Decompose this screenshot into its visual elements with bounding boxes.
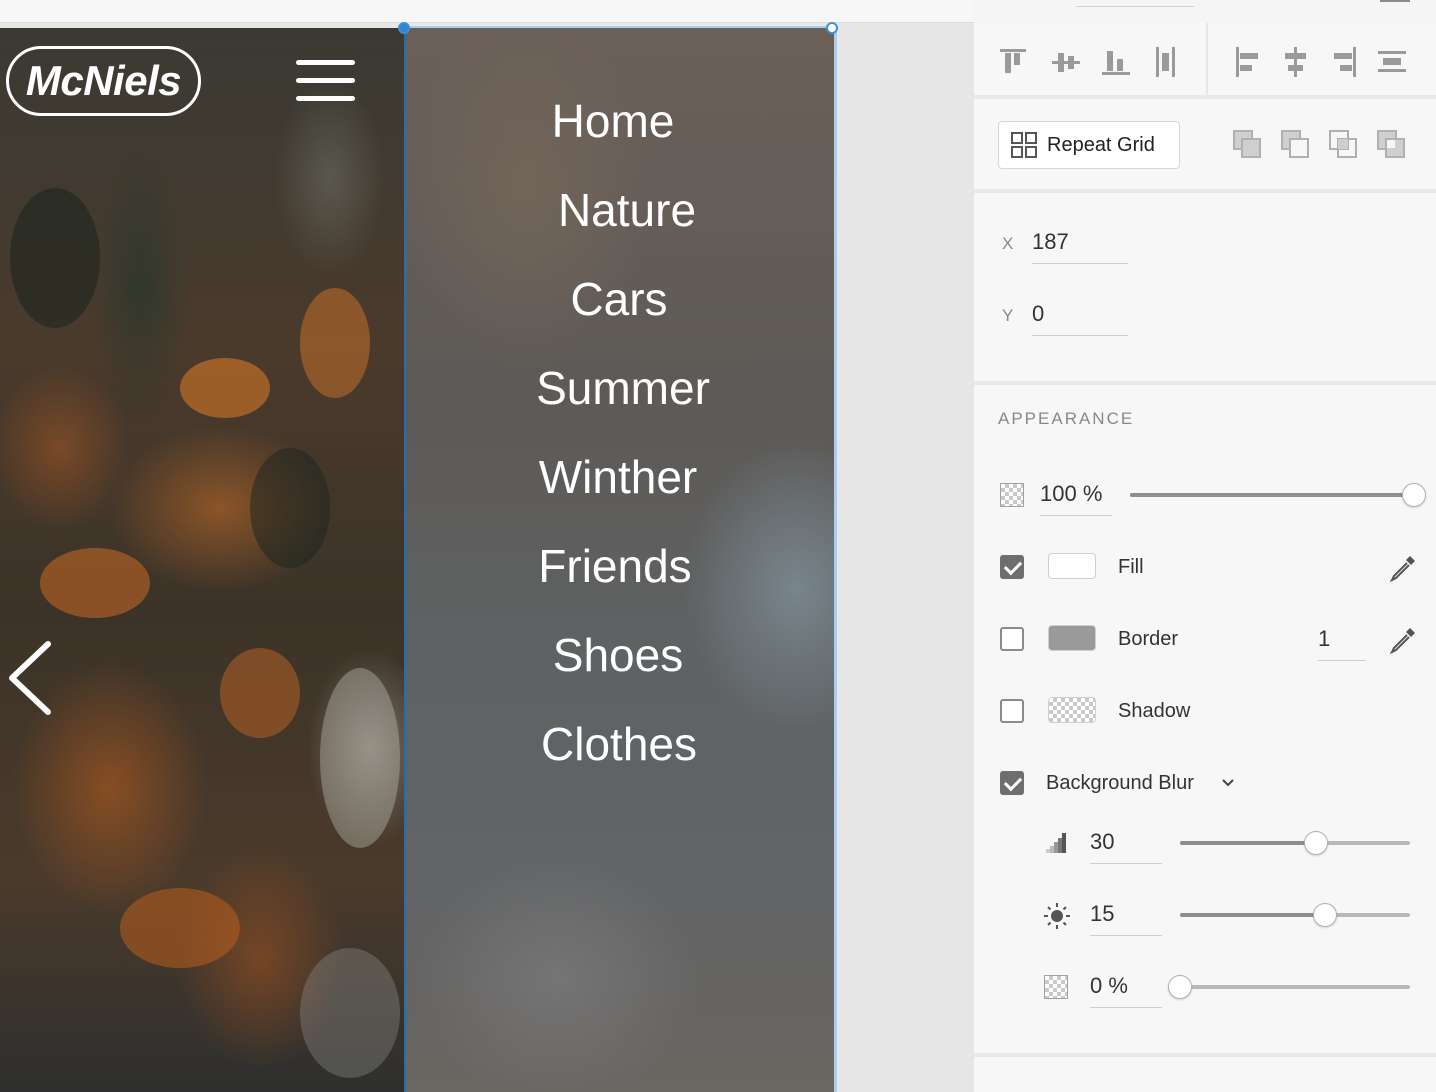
align-right-icon[interactable] [1328, 45, 1360, 79]
blur-amount-input[interactable]: 30 [1090, 829, 1162, 864]
x-position-input[interactable]: 187 [1032, 229, 1128, 264]
foliage-patch [180, 358, 270, 418]
menu-item-nature[interactable]: Nature [412, 183, 834, 237]
align-bottom-icon[interactable] [1100, 45, 1132, 79]
effect-opacity-slider[interactable] [1168, 975, 1410, 999]
repeat-grid-label: Repeat Grid [1047, 133, 1155, 156]
y-position-input[interactable]: 0 [1032, 301, 1128, 336]
document-topbar [0, 0, 974, 23]
topbar-underline [1076, 6, 1194, 7]
chevron-down-icon[interactable] [1220, 775, 1236, 791]
foliage-patch [40, 548, 150, 618]
fill-label: Fill [1118, 556, 1144, 578]
opacity-slider[interactable] [1130, 483, 1426, 507]
brightness-input[interactable]: 15 [1090, 901, 1162, 936]
effect-opacity-input[interactable]: 0 % [1090, 973, 1162, 1008]
fill-checkbox[interactable] [1000, 555, 1024, 579]
canvas-background [838, 23, 974, 1092]
brightness-slider[interactable] [1180, 903, 1410, 927]
menu-item-friends[interactable]: Friends [406, 539, 830, 593]
dark-trees [250, 448, 330, 568]
y-label: Y [1002, 306, 1014, 325]
menu-item-clothes[interactable]: Clothes [406, 717, 834, 771]
intersect-icon[interactable] [1326, 127, 1360, 161]
menu-item-winther[interactable]: Winther [406, 450, 833, 504]
section-divider [974, 95, 1436, 99]
property-inspector: Repeat Grid X 187 Y 0 APPEARANCE 100 % F… [974, 23, 1436, 1092]
opacity-input[interactable]: 100 % [1040, 481, 1112, 516]
fill-eyedropper-icon[interactable] [1388, 553, 1418, 583]
blur-menu-panel[interactable]: Home Nature Cars Summer Winther Friends … [404, 28, 834, 1092]
toolbar-separator [1206, 23, 1208, 95]
opacity-icon [1000, 483, 1024, 507]
section-divider [974, 189, 1436, 193]
section-divider [974, 381, 1436, 385]
foliage-patch [120, 888, 240, 968]
align-left-icon[interactable] [1232, 45, 1264, 79]
background-blur-dropdown[interactable]: Background Blur [1046, 772, 1194, 795]
selection-handle-top-right[interactable] [826, 22, 838, 34]
shadow-color-swatch[interactable] [1048, 697, 1096, 723]
shadow-label: Shadow [1118, 700, 1191, 722]
effect-opacity-icon [1044, 975, 1068, 999]
blur-amount-icon [1046, 833, 1066, 853]
border-eyedropper-icon[interactable] [1388, 625, 1418, 655]
artboard-photo [0, 28, 404, 1092]
shadow-checkbox[interactable] [1000, 699, 1024, 723]
border-checkbox[interactable] [1000, 627, 1024, 651]
dark-trees [10, 188, 100, 328]
rock-face [300, 948, 400, 1078]
exclude-icon[interactable] [1374, 127, 1408, 161]
align-top-icon[interactable] [998, 45, 1030, 79]
subtract-icon[interactable] [1278, 127, 1312, 161]
distribute-horizontal-icon[interactable] [1376, 45, 1408, 79]
chevron-left-icon[interactable] [4, 640, 54, 716]
selection-edge-top [404, 26, 834, 28]
selection-handle-top-left[interactable] [398, 22, 410, 34]
menu-item-summer[interactable]: Summer [408, 361, 834, 415]
foliage-patch [300, 288, 370, 398]
fill-color-swatch[interactable] [1048, 553, 1096, 579]
background-blur-checkbox[interactable] [1000, 771, 1024, 795]
align-center-icon[interactable] [1280, 45, 1312, 79]
border-label: Border [1118, 628, 1179, 650]
menu-item-shoes[interactable]: Shoes [406, 628, 833, 682]
section-divider [974, 1053, 1436, 1057]
brightness-icon [1044, 903, 1070, 929]
menu-item-cars[interactable]: Cars [406, 272, 834, 326]
blur-amount-slider[interactable] [1180, 831, 1410, 855]
add-icon[interactable] [1230, 127, 1264, 161]
menu-item-home[interactable]: Home [406, 94, 828, 148]
panel-topbar [974, 0, 1436, 23]
repeat-grid-button[interactable]: Repeat Grid [998, 121, 1180, 169]
align-middle-icon[interactable] [1050, 45, 1082, 79]
distribute-vertical-icon[interactable] [1150, 45, 1182, 79]
rock-face [320, 668, 400, 848]
foliage-patch [220, 648, 300, 738]
site-logo[interactable]: McNiels [6, 46, 201, 116]
hamburger-menu-icon[interactable] [296, 60, 356, 104]
appearance-section-title: APPEARANCE [998, 409, 1135, 428]
border-width-input[interactable]: 1 [1318, 626, 1366, 661]
topbar-indicator [1380, 0, 1410, 2]
grid-icon [1011, 132, 1037, 158]
x-label: X [1002, 234, 1014, 253]
border-color-swatch[interactable] [1048, 625, 1096, 651]
selection-edge-right [834, 28, 837, 1092]
